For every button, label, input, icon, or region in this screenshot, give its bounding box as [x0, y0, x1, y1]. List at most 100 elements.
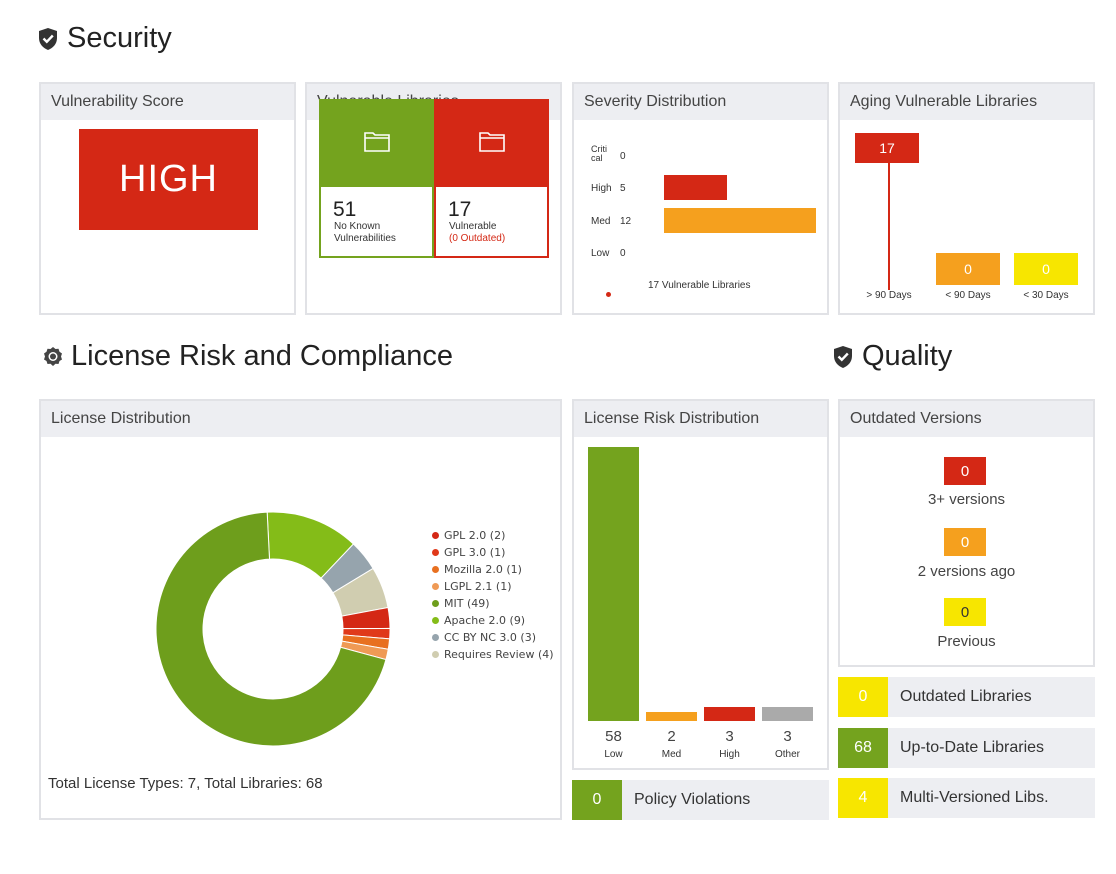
shield-icon: [37, 27, 59, 51]
legend-label: Apache 2.0 (9): [444, 614, 526, 627]
vulnerability-score-badge: HIGH: [79, 129, 258, 230]
legend-label: GPL 2.0 (2): [444, 529, 506, 542]
legend-item[interactable]: CC BY NC 3.0 (3): [432, 629, 554, 646]
risk-bar-label: Other: [774, 749, 800, 760]
policy-violations-row[interactable]: 0 Policy Violations: [572, 780, 829, 820]
legend-item[interactable]: GPL 2.0 (2): [432, 527, 554, 544]
severity-count-critical: 0: [620, 151, 626, 162]
vulnerable-library-count: 17: [448, 198, 472, 221]
risk-bar-label: Low: [604, 749, 623, 760]
aging-tile-over-90[interactable]: 17: [855, 133, 919, 163]
license-section-title: License Risk and Compliance: [43, 340, 453, 373]
legend-dot: [432, 634, 439, 641]
card-title: License Risk Distribution: [574, 401, 827, 437]
no-known-vulnerabilities-tile[interactable]: 51 No Known Vulnerabilities: [319, 99, 434, 258]
license-distribution-card: License Distribution GPL 2.0 (2) GPL 3.0 …: [39, 399, 562, 820]
outdated-2-label: 2 versions ago: [917, 563, 1016, 580]
outdated-count-label: (0 Outdated): [449, 233, 506, 244]
aging-tile-under-30[interactable]: 0: [1014, 253, 1078, 285]
severity-bar-med[interactable]: [664, 208, 816, 233]
safe-label-line1: No Known: [334, 221, 381, 232]
multi-versioned-libs-label: Multi-Versioned Libs.: [900, 789, 1049, 806]
outdated-libraries-label: Outdated Libraries: [900, 688, 1032, 705]
card-title: Outdated Versions: [840, 401, 1093, 437]
risk-bar-low[interactable]: [588, 447, 639, 721]
outdated-2-tile[interactable]: 0: [944, 528, 986, 556]
up-to-date-libraries-label: Up-to-Date Libraries: [900, 739, 1045, 756]
severity-bar-high[interactable]: [664, 175, 728, 200]
multi-versioned-libs-count: 4: [838, 778, 888, 818]
risk-bar-med[interactable]: [646, 711, 697, 721]
legend-dot: [432, 532, 439, 539]
legend-dot: [432, 549, 439, 556]
license-legend: GPL 2.0 (2) GPL 3.0 (1) Mozilla 2.0 (1) LGP…: [432, 527, 554, 663]
policy-violations-label: Policy Violations: [634, 791, 751, 808]
risk-bar-value: 58: [605, 728, 622, 745]
legend-label: Mozilla 2.0 (1): [444, 563, 522, 576]
license-footer: Total License Types: 7, Total Libraries:…: [48, 775, 323, 792]
severity-count-high: 5: [620, 183, 626, 194]
severity-footer: 17 Vulnerable Libraries: [648, 280, 751, 291]
legend-label: Requires Review (4): [444, 648, 554, 661]
outdated-previous-tile[interactable]: 0: [944, 598, 986, 626]
legend-label: CC BY NC 3.0 (3): [444, 631, 536, 644]
outdated-versions-card: Outdated Versions 0 3+ versions 0 2 vers…: [838, 399, 1095, 667]
risk-bar-value: 3: [783, 728, 792, 745]
outdated-libraries-row[interactable]: 0 Outdated Libraries: [838, 677, 1095, 717]
legend-label: MIT (49): [444, 597, 490, 610]
legend-item[interactable]: Requires Review (4): [432, 646, 554, 663]
risk-bar-value: 2: [667, 728, 676, 745]
outdated-3plus-label: 3+ versions: [927, 491, 1006, 508]
safe-library-count: 51: [333, 198, 357, 221]
legend-dot: [432, 600, 439, 607]
severity-label-med: Med: [591, 216, 611, 227]
severity-label-critical: Criti cal: [591, 144, 607, 163]
aging-label-over-90: > 90 Days: [866, 290, 912, 301]
up-to-date-libraries-count: 68: [838, 728, 888, 768]
legend-label: GPL 3.0 (1): [444, 546, 506, 559]
legend-dot: [432, 651, 439, 658]
up-to-date-libraries-row[interactable]: 68 Up-to-Date Libraries: [838, 728, 1095, 768]
risk-bar-label: High: [719, 749, 740, 760]
policy-violations-count: 0: [572, 780, 622, 820]
risk-bar-label: Med: [661, 749, 682, 760]
legend-item[interactable]: Mozilla 2.0 (1): [432, 561, 554, 578]
quality-section-title: Quality: [832, 340, 952, 373]
aging-tile-under-90[interactable]: 0: [936, 253, 1000, 285]
legend-item[interactable]: LGPL 2.1 (1): [432, 578, 554, 595]
legend-dot: [606, 292, 611, 297]
aging-label-under-90: < 90 Days: [945, 290, 991, 301]
legend-item[interactable]: GPL 3.0 (1): [432, 544, 554, 561]
severity-count-low: 0: [620, 248, 626, 259]
outdated-3plus-tile[interactable]: 0: [944, 457, 986, 485]
vulnerable-libraries-card: Vulnerable Libraries 51 No Known Vulnera…: [305, 82, 562, 315]
license-risk-chart: 58 Low 2 Med 3 High 3 Other: [574, 437, 827, 768]
multi-versioned-libs-row[interactable]: 4 Multi-Versioned Libs.: [838, 778, 1095, 818]
risk-bar-high[interactable]: [704, 706, 755, 721]
severity-label-low: Low: [591, 248, 610, 259]
safe-label-line2: Vulnerabilities: [334, 233, 396, 244]
legend-dot: [432, 583, 439, 590]
severity-label-high: High: [591, 183, 612, 194]
card-title: Severity Distribution: [574, 84, 827, 120]
outdated-libraries-count: 0: [838, 677, 888, 717]
aging-vulnerable-libraries-card: Aging Vulnerable Libraries 17 0 0 > 90 D…: [838, 82, 1095, 315]
card-title: Vulnerability Score: [41, 84, 294, 120]
risk-bar-other[interactable]: [762, 706, 813, 721]
shield-icon: [832, 345, 854, 369]
legend-label: LGPL 2.1 (1): [444, 580, 512, 593]
folder-icon: [478, 129, 506, 158]
legend-item[interactable]: MIT (49): [432, 595, 554, 612]
severity-chart: Criti cal 0 High 5 Med 12 Low 0 17 Vulne…: [574, 120, 827, 313]
card-title: License Distribution: [41, 401, 560, 437]
vulnerability-score-card: Vulnerability Score HIGH: [39, 82, 296, 315]
legend-dot: [432, 566, 439, 573]
aging-bar-line: [888, 161, 890, 290]
license-donut-chart: [155, 511, 391, 747]
aging-label-under-30: < 30 Days: [1023, 290, 1069, 301]
vulnerable-tile[interactable]: 17 Vulnerable (0 Outdated): [434, 99, 549, 258]
risk-bar-value: 3: [725, 728, 734, 745]
legend-item[interactable]: Apache 2.0 (9): [432, 612, 554, 629]
severity-count-med: 12: [620, 216, 632, 227]
severity-distribution-card: Severity Distribution Criti cal 0 High 5…: [572, 82, 829, 315]
